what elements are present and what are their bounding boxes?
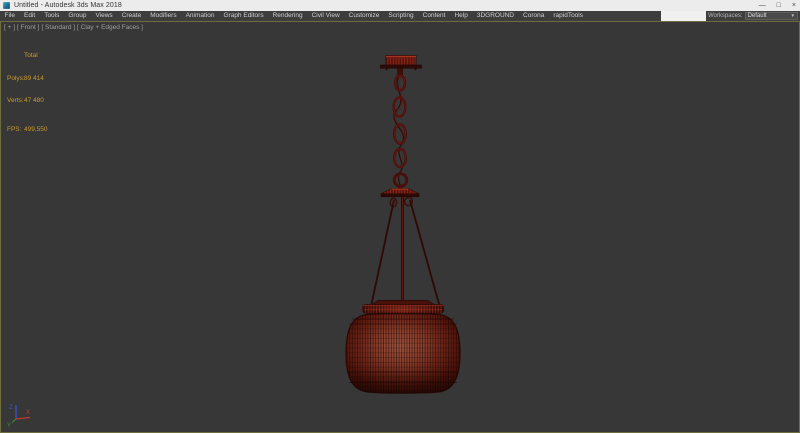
viewport-menu-pov[interactable]: [ Front ] xyxy=(17,24,39,31)
world-axis-gizmo: Z X Y xyxy=(6,398,38,428)
menu-edit[interactable]: Edit xyxy=(19,11,39,21)
lamp-chain xyxy=(394,76,407,187)
menubar: File Edit Tools Group Views Create Modif… xyxy=(0,11,661,21)
menu-rapidtools[interactable]: rapidTools xyxy=(549,11,588,21)
menu-corona[interactable]: Corona xyxy=(519,11,549,21)
menu-help[interactable]: Help xyxy=(450,11,472,21)
menubar-gap xyxy=(661,11,706,21)
menu-content[interactable]: Content xyxy=(418,11,450,21)
lamp-lid xyxy=(363,301,444,314)
menu-customize[interactable]: Customize xyxy=(344,11,384,21)
menu-row: File Edit Tools Group Views Create Modif… xyxy=(0,11,800,21)
stats-fps-value: 499,550 xyxy=(24,126,48,134)
app-icon-3dsmax xyxy=(3,2,10,9)
menu-graph-editors[interactable]: Graph Editors xyxy=(219,11,268,21)
viewport-statistics: Total Polys: 89 414 Verts: 47 480 FPS: 4… xyxy=(7,37,48,148)
viewport-menu-shading[interactable]: [ Clay + Edged Faces ] xyxy=(77,24,143,31)
axis-y-label: Y xyxy=(7,423,11,428)
axis-z-label: Z xyxy=(9,405,13,411)
window-titlebar: Untitled - Autodesk 3ds Max 2018 — □ × xyxy=(0,0,800,11)
axis-x-label: X xyxy=(26,410,30,416)
lamp-model[interactable] xyxy=(346,56,460,394)
close-button[interactable]: × xyxy=(792,0,796,11)
maximize-button[interactable]: □ xyxy=(777,0,781,11)
viewport-menu-general[interactable]: [ + ] xyxy=(4,24,15,31)
lamp-model-canvas[interactable] xyxy=(1,22,799,432)
stats-total: Total xyxy=(7,52,48,60)
stats-verts-value: 47 480 xyxy=(24,97,44,105)
stats-polys: Polys: 89 414 xyxy=(7,75,48,83)
menu-civil-view[interactable]: Civil View xyxy=(307,11,344,21)
menu-rendering[interactable]: Rendering xyxy=(268,11,307,21)
menu-group[interactable]: Group xyxy=(64,11,91,21)
workspaces-selected: Default xyxy=(748,13,767,19)
menu-file[interactable]: File xyxy=(0,11,19,21)
lamp-rods xyxy=(372,197,440,304)
lamp-hanger-disc xyxy=(381,185,419,197)
viewport-label: [ + ] [ Front ] [ Standard ] [ Clay + Ed… xyxy=(4,24,143,31)
viewport-front[interactable]: [ + ] [ Front ] [ Standard ] [ Clay + Ed… xyxy=(0,21,800,433)
minimize-button[interactable]: — xyxy=(759,0,766,11)
stats-verts: Verts: 47 480 xyxy=(7,97,48,105)
menu-views[interactable]: Views xyxy=(91,11,117,21)
menu-3dground[interactable]: 3DGROUND xyxy=(472,11,518,21)
viewport-menu-renderer[interactable]: [ Standard ] xyxy=(41,24,75,31)
menu-animation[interactable]: Animation xyxy=(181,11,219,21)
workspaces-dropdown[interactable]: Default ▼ xyxy=(745,12,798,20)
lamp-body xyxy=(346,313,460,393)
stats-polys-value: 89 414 xyxy=(24,75,44,83)
menu-create[interactable]: Create xyxy=(117,11,146,21)
menu-tools[interactable]: Tools xyxy=(40,11,64,21)
stats-fps: FPS: 499,550 xyxy=(7,126,48,134)
window-title: Untitled - Autodesk 3ds Max 2018 xyxy=(14,2,122,9)
menu-modifiers[interactable]: Modifiers xyxy=(146,11,181,21)
workspaces-label: Workspaces: xyxy=(708,13,743,19)
chevron-down-icon: ▼ xyxy=(791,12,795,20)
menu-scripting[interactable]: Scripting xyxy=(384,11,418,21)
workspaces-toolbar: Workspaces: Default ▼ xyxy=(706,11,800,21)
lamp-ceiling-canopy xyxy=(381,56,422,75)
